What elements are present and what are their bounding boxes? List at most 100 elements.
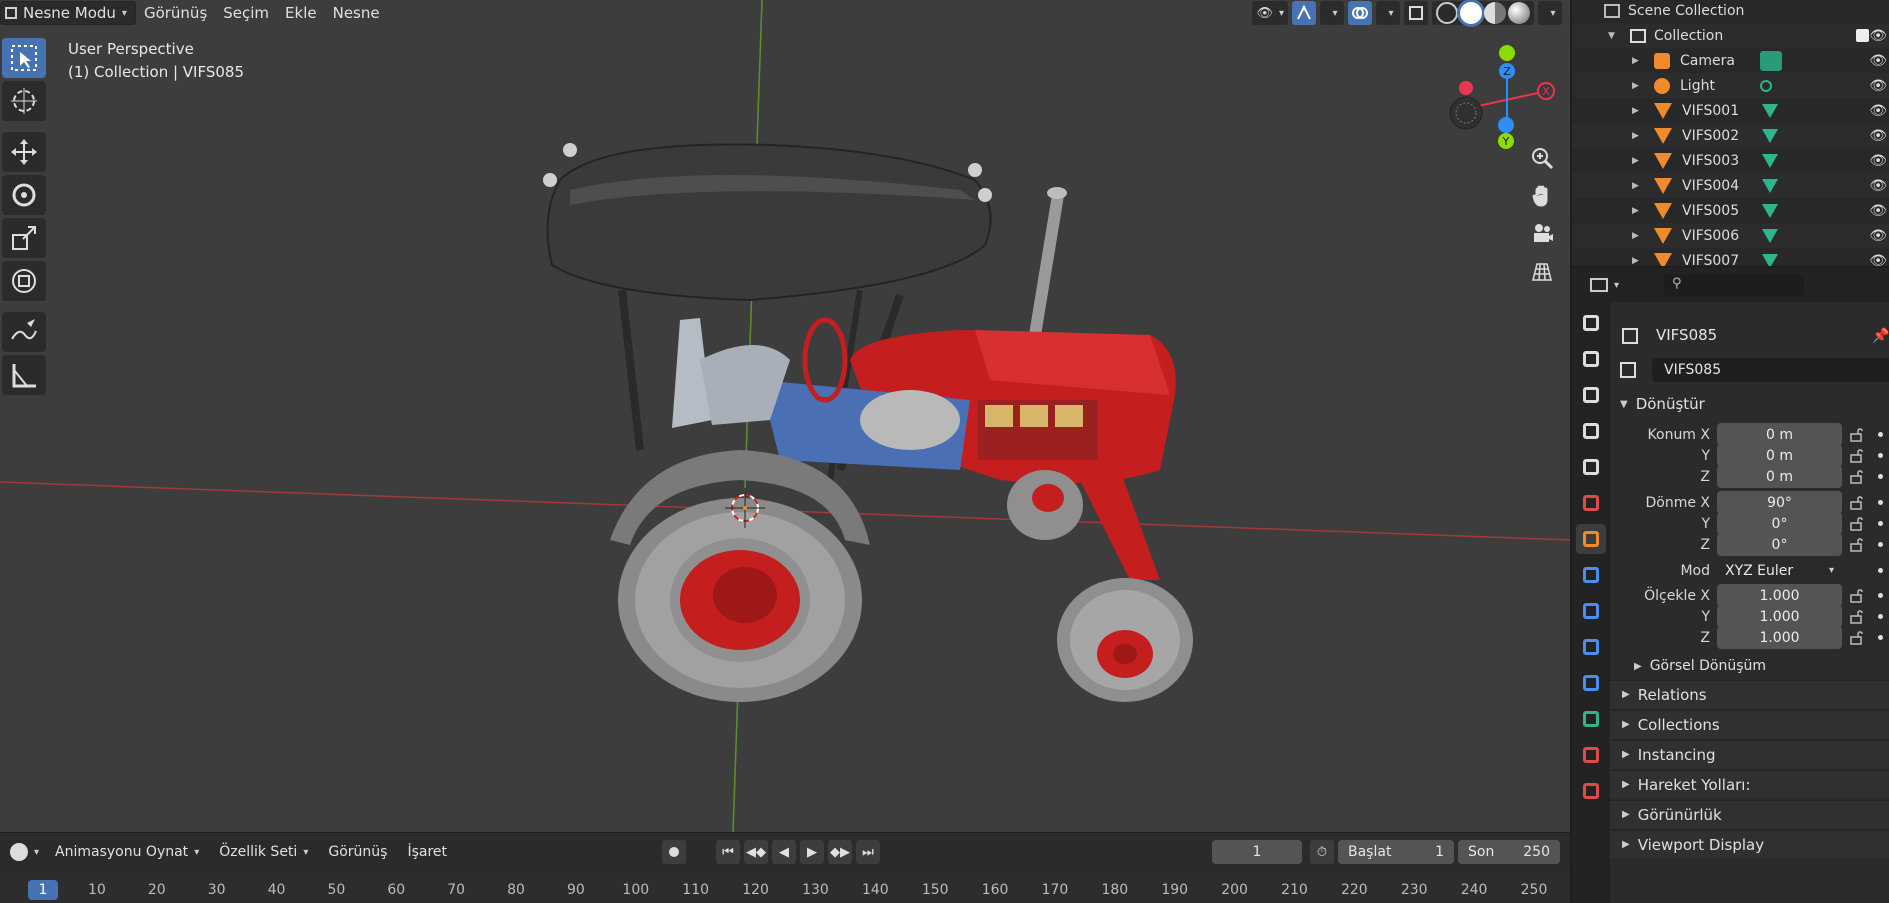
outliner-item[interactable]: ▶ VIFS001 👁 bbox=[1572, 98, 1889, 123]
menu-playback[interactable]: Animasyonu Oynat ▾ bbox=[45, 844, 209, 860]
solid-shading-icon[interactable] bbox=[1460, 2, 1482, 24]
rendered-shading-icon[interactable] bbox=[1508, 2, 1530, 24]
jump-end-button[interactable]: ⏭ bbox=[856, 840, 880, 864]
expand-arrow-icon[interactable]: ▶ bbox=[1632, 106, 1644, 116]
data-tab[interactable] bbox=[1576, 704, 1606, 734]
scene-tab[interactable] bbox=[1576, 452, 1606, 482]
zoom-button[interactable] bbox=[1525, 143, 1559, 173]
cursor-tool[interactable] bbox=[2, 81, 46, 121]
frame-ruler[interactable]: 1 10 20 30 40 50 60 70 80 90 100 110 120 130 140 150 16… bbox=[0, 871, 1570, 903]
outliner-item[interactable]: ▶ Light 👁 bbox=[1572, 73, 1889, 98]
menu-view[interactable]: Görünüş bbox=[136, 1, 215, 25]
collapsed-panel-header[interactable]: ▶ Görünürlük bbox=[1610, 800, 1889, 828]
ortho-toggle-button[interactable] bbox=[1525, 257, 1559, 287]
outliner-item[interactable]: ▶ Camera 👁 bbox=[1572, 48, 1889, 73]
transform-panel-header[interactable]: ▼ Dönüştür bbox=[1610, 391, 1889, 417]
unlock-icon[interactable] bbox=[1850, 469, 1864, 484]
current-frame-field[interactable]: 1 bbox=[1212, 840, 1302, 864]
keyframe-dot-icon[interactable] bbox=[1878, 432, 1883, 437]
camera-data-icon[interactable] bbox=[1760, 50, 1782, 71]
keyframe-dot-icon[interactable] bbox=[1878, 568, 1883, 573]
world-tab[interactable] bbox=[1576, 488, 1606, 518]
keyframe-dot-icon[interactable] bbox=[1878, 474, 1883, 479]
texture-tab[interactable] bbox=[1576, 776, 1606, 806]
outliner-item[interactable]: ▶ VIFS005 👁 bbox=[1572, 198, 1889, 223]
scale-y-field[interactable]: 1.000 bbox=[1717, 605, 1842, 628]
overlays-toggle[interactable] bbox=[1348, 1, 1372, 25]
location-x-field[interactable]: 0 m bbox=[1717, 423, 1842, 446]
eye-icon[interactable]: 👁 bbox=[1869, 28, 1887, 44]
eye-icon[interactable]: 👁 bbox=[1869, 103, 1887, 119]
outliner-item[interactable]: ▶ VIFS002 👁 bbox=[1572, 123, 1889, 148]
start-frame-field[interactable]: Başlat 1 bbox=[1338, 840, 1454, 864]
menu-add[interactable]: Ekle bbox=[277, 1, 325, 25]
collapsed-panel-header[interactable]: ▶ Relations bbox=[1610, 680, 1889, 708]
material-tab[interactable] bbox=[1576, 740, 1606, 770]
rotation-y-field[interactable]: 0° bbox=[1717, 512, 1842, 535]
eye-icon[interactable]: 👁 bbox=[1869, 203, 1887, 219]
expand-arrow-icon[interactable]: ▶ bbox=[1632, 131, 1644, 141]
unlock-icon[interactable] bbox=[1850, 495, 1864, 510]
scale-tool[interactable] bbox=[2, 218, 46, 258]
material-shading-icon[interactable] bbox=[1484, 2, 1506, 24]
menu-object[interactable]: Nesne bbox=[325, 1, 388, 25]
navigation-gizmo[interactable]: X Z Y bbox=[1440, 40, 1560, 150]
eye-icon[interactable]: 👁 bbox=[1869, 128, 1887, 144]
menu-select[interactable]: Seçim bbox=[215, 1, 277, 25]
outliner-item[interactable]: ▶ VIFS003 👁 bbox=[1572, 148, 1889, 173]
eye-icon[interactable]: 👁 bbox=[1869, 78, 1887, 94]
next-keyframe-button[interactable]: ◆▶ bbox=[828, 840, 852, 864]
eye-icon[interactable]: 👁 bbox=[1869, 253, 1887, 267]
select-box-tool[interactable] bbox=[2, 38, 46, 78]
outliner-item[interactable]: ▶ VIFS007 👁 bbox=[1572, 248, 1889, 266]
play-reverse-button[interactable]: ◀ bbox=[772, 840, 796, 864]
editor-type-selector[interactable]: ▾ bbox=[1586, 273, 1623, 297]
eye-icon[interactable]: 👁 bbox=[1869, 228, 1887, 244]
jump-start-button[interactable]: ⏮ bbox=[716, 840, 740, 864]
unlock-icon[interactable] bbox=[1850, 448, 1864, 463]
collection-row[interactable]: ▼ Collection 👁 bbox=[1572, 23, 1889, 48]
unlock-icon[interactable] bbox=[1850, 630, 1864, 645]
measure-tool[interactable] bbox=[2, 355, 46, 395]
keyframe-dot-icon[interactable] bbox=[1878, 453, 1883, 458]
transform-tool[interactable] bbox=[2, 261, 46, 301]
current-frame-indicator[interactable]: 1 bbox=[28, 880, 58, 900]
gizmo-dropdown[interactable]: ▾ bbox=[1320, 1, 1344, 25]
move-tool[interactable] bbox=[2, 132, 46, 172]
scene-canvas[interactable] bbox=[0, 0, 1570, 832]
collapsed-panel-header[interactable]: ▶ Instancing bbox=[1610, 740, 1889, 768]
pin-icon[interactable]: 📌 bbox=[1872, 328, 1889, 344]
collapsed-panel-header[interactable]: ▶ Collections bbox=[1610, 710, 1889, 738]
location-z-field[interactable]: 0 m bbox=[1717, 465, 1842, 488]
outliner-item[interactable]: ▶ VIFS004 👁 bbox=[1572, 173, 1889, 198]
tool-tab[interactable] bbox=[1576, 308, 1606, 338]
camera-view-button[interactable] bbox=[1525, 219, 1559, 249]
render-tab[interactable] bbox=[1576, 344, 1606, 374]
eye-icon[interactable]: 👁 bbox=[1869, 153, 1887, 169]
modifier-tab[interactable] bbox=[1576, 560, 1606, 590]
eye-icon[interactable]: 👁 bbox=[1869, 178, 1887, 194]
object-name-field[interactable]: VIFS085 bbox=[1652, 358, 1889, 382]
expand-arrow-icon[interactable]: ▶ bbox=[1632, 156, 1644, 166]
gizmo-toggle[interactable] bbox=[1292, 1, 1316, 25]
scale-z-field[interactable]: 1.000 bbox=[1717, 626, 1842, 649]
constraints-tab[interactable] bbox=[1576, 668, 1606, 698]
prev-keyframe-button[interactable]: ◀◆ bbox=[744, 840, 768, 864]
expand-arrow-icon[interactable]: ▶ bbox=[1632, 206, 1644, 216]
menu-marker[interactable]: İşaret bbox=[397, 844, 457, 860]
unlock-icon[interactable] bbox=[1850, 588, 1864, 603]
pan-button[interactable] bbox=[1525, 181, 1559, 211]
eye-icon[interactable]: 👁 bbox=[1869, 53, 1887, 69]
mesh-data-icon[interactable] bbox=[1762, 228, 1778, 243]
mesh-data-icon[interactable] bbox=[1762, 153, 1778, 168]
mesh-data-icon[interactable] bbox=[1762, 178, 1778, 193]
shading-dropdown[interactable]: ▾ bbox=[1538, 1, 1562, 25]
xray-toggle[interactable] bbox=[1404, 1, 1428, 25]
unlock-icon[interactable] bbox=[1850, 427, 1864, 442]
light-data-icon[interactable] bbox=[1760, 79, 1772, 92]
output-tab[interactable] bbox=[1576, 380, 1606, 410]
outliner-item[interactable]: ▶ VIFS006 👁 bbox=[1572, 223, 1889, 248]
rotation-z-field[interactable]: 0° bbox=[1717, 533, 1842, 556]
annotate-tool[interactable] bbox=[2, 312, 46, 352]
wireframe-shading-icon[interactable] bbox=[1436, 2, 1458, 24]
